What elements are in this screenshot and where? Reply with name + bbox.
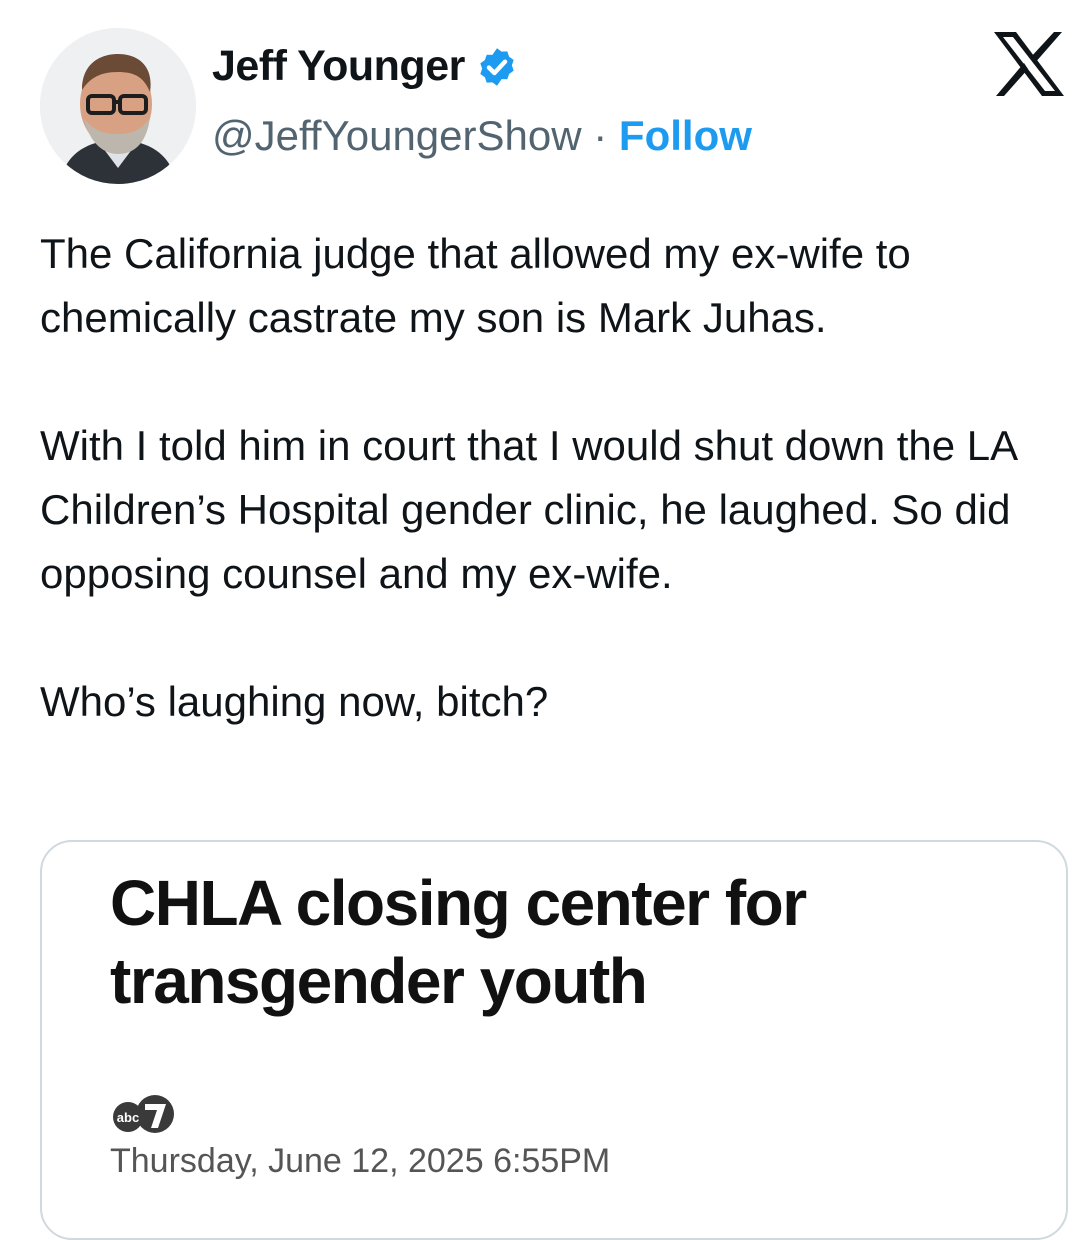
author-handle[interactable]: @JeffYoungerShow bbox=[212, 112, 582, 159]
tweet-paragraph: Who’s laughing now, bitch? bbox=[40, 678, 549, 725]
handle-separator: · bbox=[593, 112, 608, 159]
tweet-text: The California judge that allowed my ex-… bbox=[40, 222, 1040, 734]
x-logo-icon[interactable] bbox=[992, 30, 1066, 98]
tweet-paragraph: With I told him in court that I would sh… bbox=[40, 422, 1016, 597]
card-headline: CHLA closing center for transgender yout… bbox=[110, 867, 807, 1017]
verified-badge-icon bbox=[480, 47, 514, 86]
card-date: Thursday, June 12, 2025 6:55PM bbox=[110, 1142, 611, 1180]
author-handle-row: @JeffYoungerShow · Follow bbox=[212, 112, 752, 160]
svg-text:abc: abc bbox=[117, 1110, 139, 1125]
tweet-paragraph: The California judge that allowed my ex-… bbox=[40, 230, 911, 341]
author-name[interactable]: Jeff Younger bbox=[212, 42, 465, 91]
abc7-logo-icon: abc bbox=[108, 1090, 178, 1134]
follow-button[interactable]: Follow bbox=[619, 112, 752, 159]
author-name-row: Jeff Younger bbox=[212, 42, 519, 91]
profile-photo bbox=[40, 28, 196, 184]
avatar[interactable] bbox=[40, 28, 196, 184]
link-card[interactable]: CHLA closing center for transgender yout… bbox=[40, 840, 1068, 1240]
